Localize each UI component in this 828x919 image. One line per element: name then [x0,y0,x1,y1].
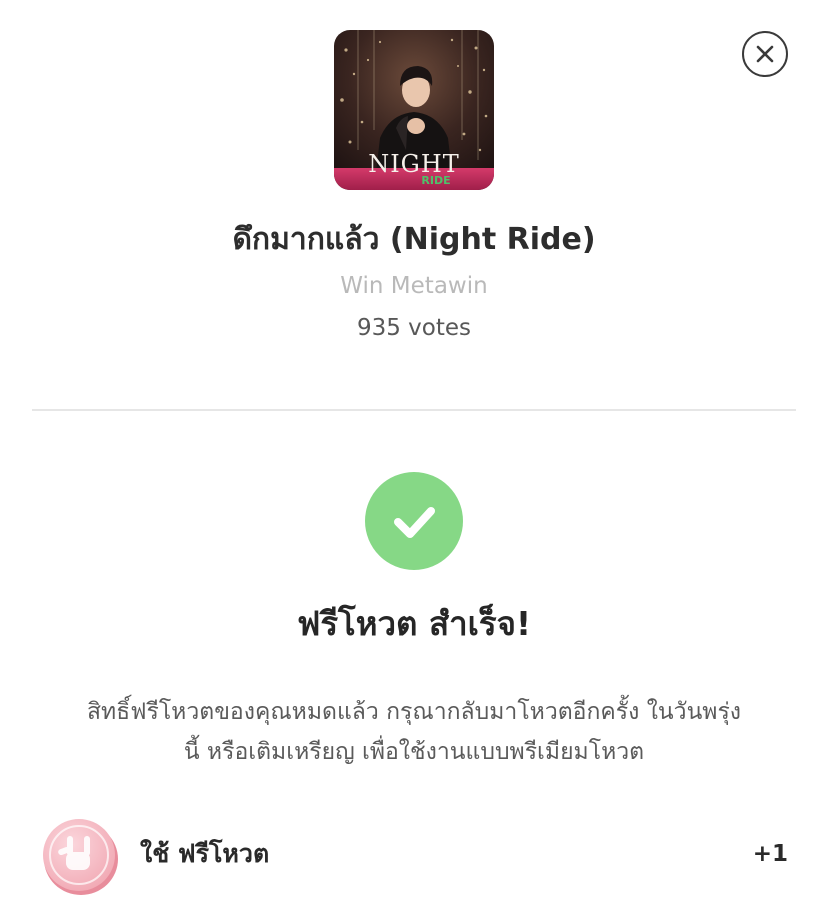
divider [32,409,796,411]
vote-count: 935 votes [356,315,472,341]
rock-hand-coin-icon [40,816,120,896]
result-message: สิทธิ์ฟรีโหวตของคุณหมดแล้ว กรุณากลับมาโห… [40,692,788,772]
artist-name: Win Metawin [340,273,488,299]
success-title: ฟรีโหวต สำเร็จ! [296,604,532,643]
use-free-vote-label: ใช้ ฟรีโหวต [140,839,270,868]
cover-subtitle-text: RIDE [421,174,450,187]
message-line-1: สิทธิ์ฟรีโหวตของคุณหมดแล้ว กรุณากลับมาโห… [86,699,742,725]
close-button[interactable] [742,31,788,77]
check-circle-icon [365,472,463,570]
close-icon [756,45,774,63]
song-title: ดึกมากแล้ว (Night Ride) [232,222,596,257]
album-cover: NIGHT RIDE [334,30,494,190]
message-line-2: นี้ หรือเติมเหรียญ เพื่อใช้งานแบบพรีเมีย… [183,739,645,765]
free-vote-count: +1 [752,841,788,867]
